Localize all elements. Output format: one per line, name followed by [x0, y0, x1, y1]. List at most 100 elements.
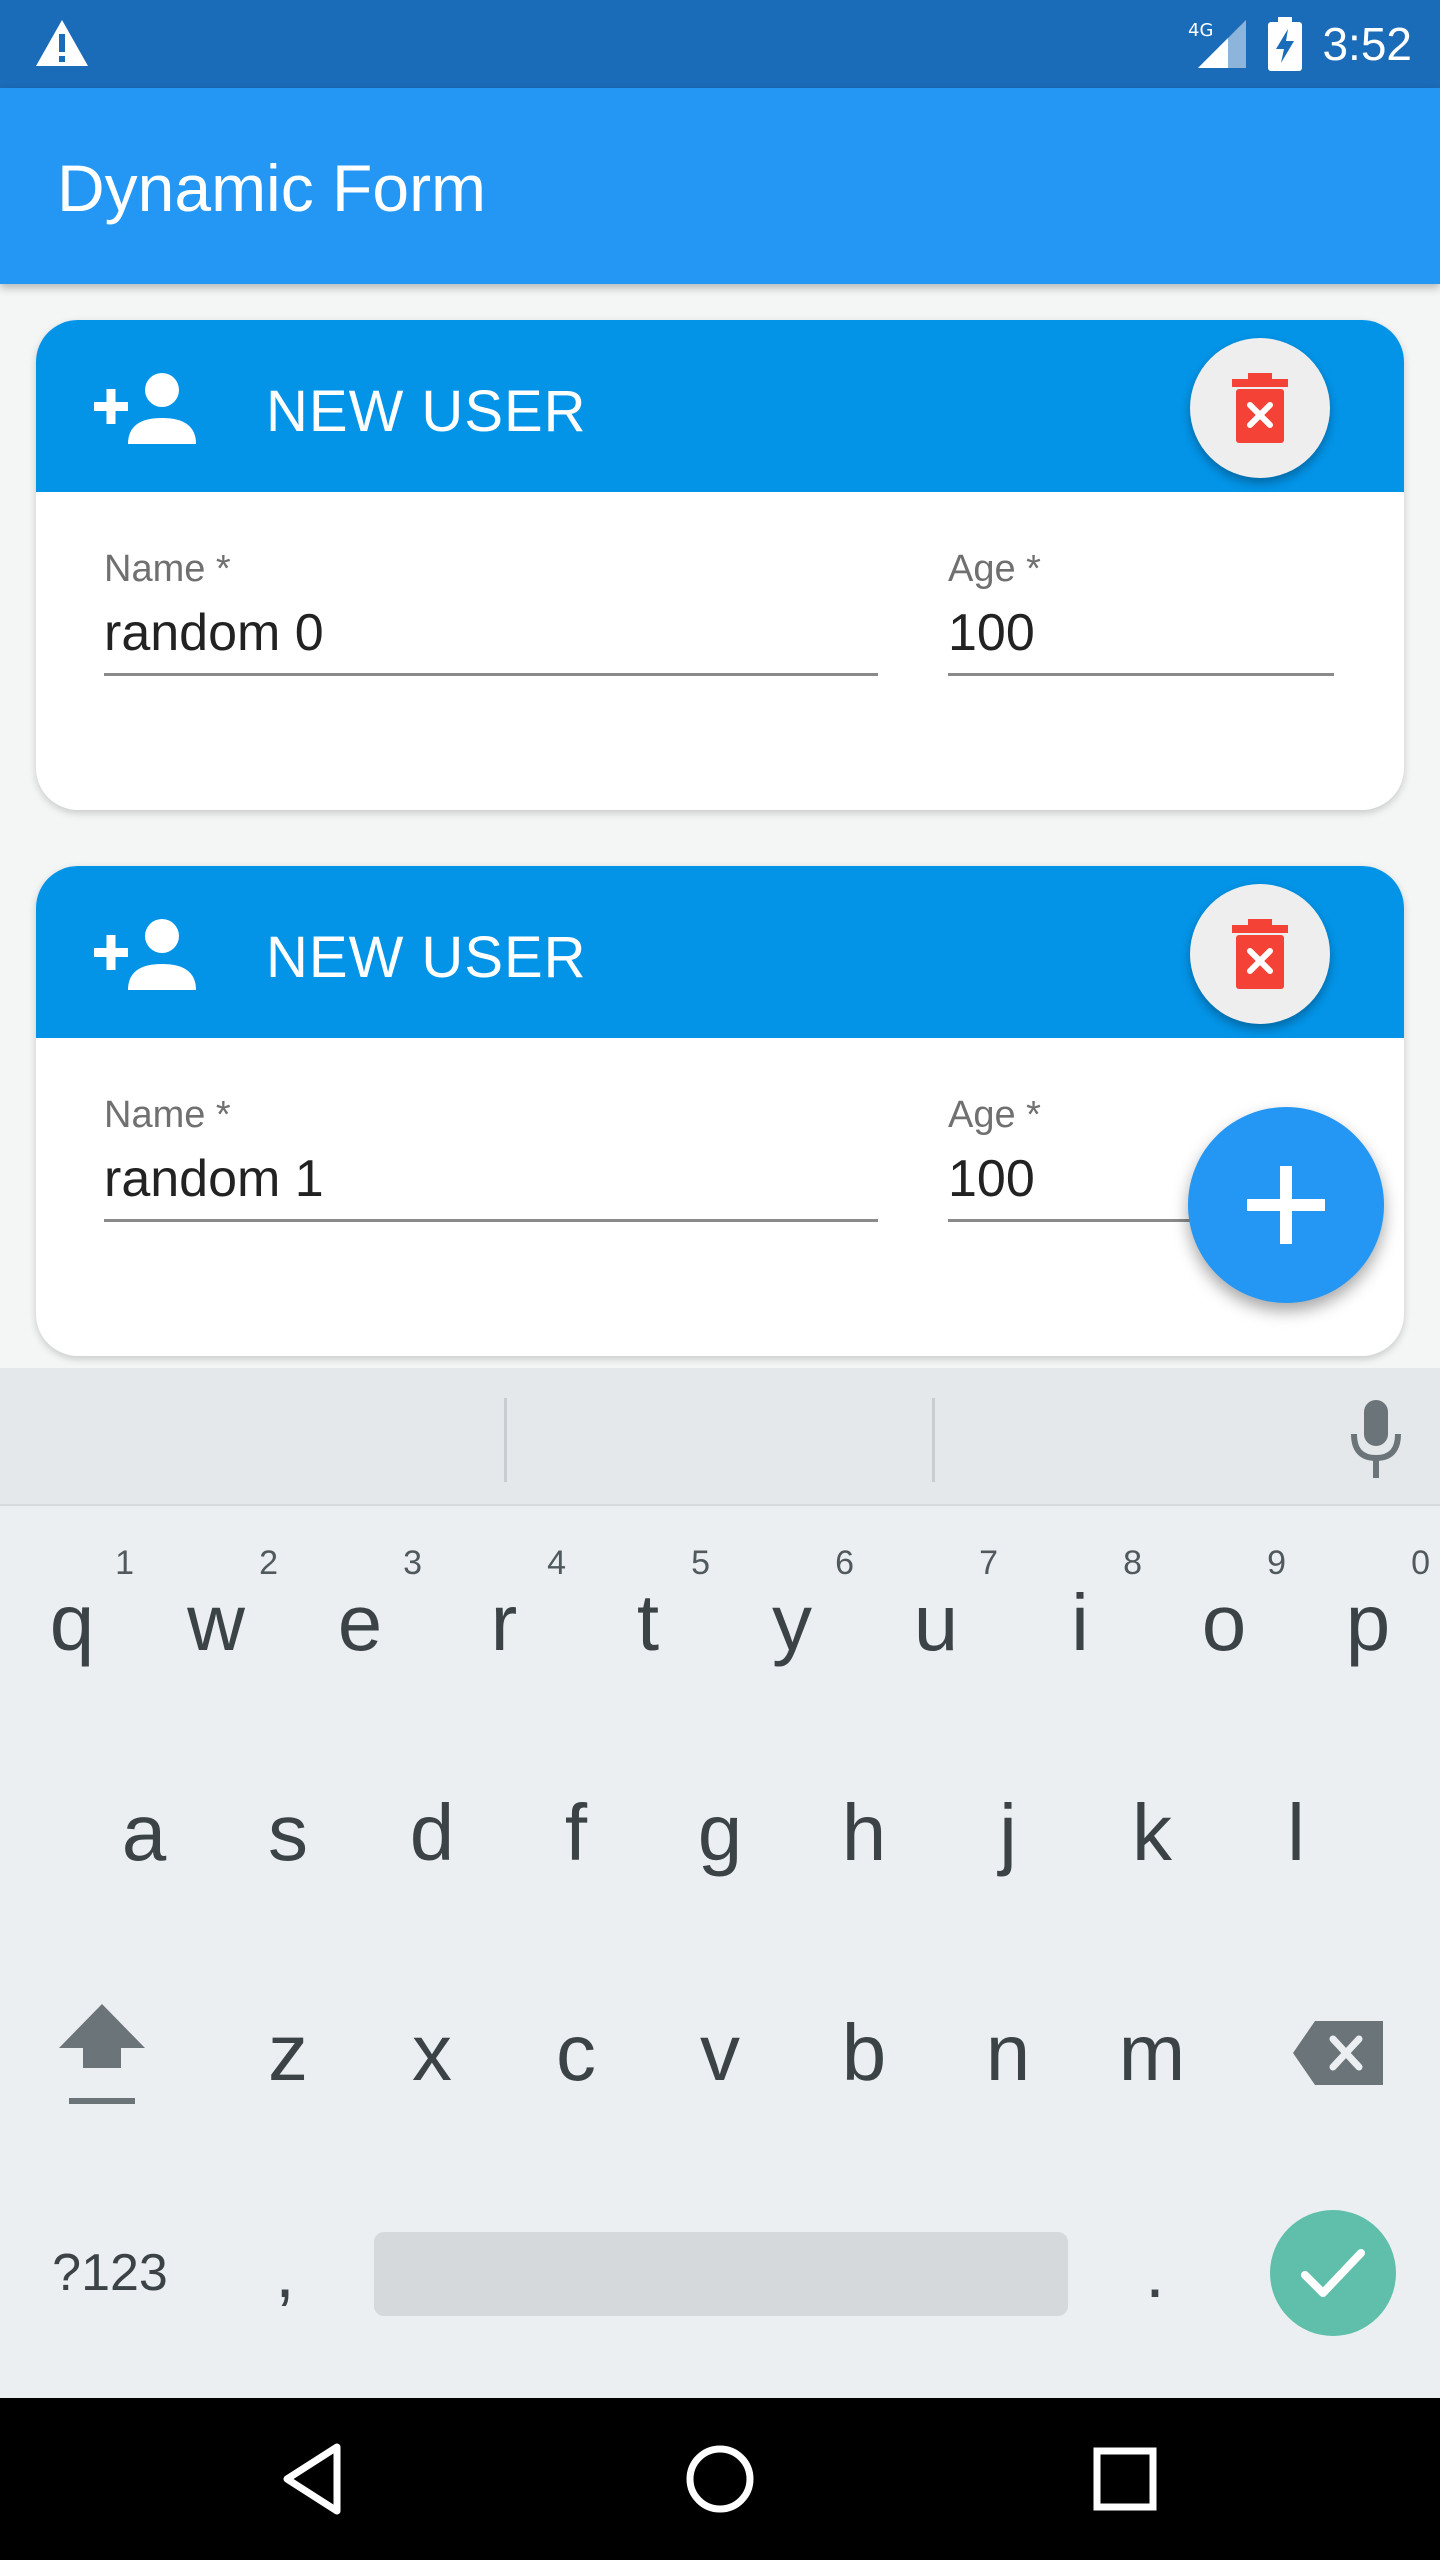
key-hint: 3	[403, 1544, 422, 1582]
signal-4g-icon: 4G	[1188, 20, 1247, 68]
key-m[interactable]: m	[1080, 1968, 1224, 2138]
symbols-key[interactable]: ?123	[30, 2188, 190, 2358]
card-title: NEW USER	[266, 925, 587, 990]
shift-key[interactable]	[30, 1968, 174, 2138]
key-a[interactable]: a	[72, 1748, 216, 1918]
key-w[interactable]: 2w	[144, 1528, 288, 1698]
app-title: Dynamic Form	[57, 151, 487, 225]
battery-charging-icon	[1268, 17, 1303, 71]
nav-back-button[interactable]	[270, 2434, 360, 2524]
delete-user-button[interactable]	[1190, 338, 1330, 478]
circle-home-icon	[686, 2445, 754, 2513]
plus-icon	[1247, 1166, 1325, 1244]
suggestion-divider	[932, 1398, 935, 1482]
user-card: NEW USER Name * Age *	[36, 320, 1404, 810]
warning-triangle-icon	[36, 20, 88, 66]
network-label: 4G	[1188, 20, 1213, 41]
key-p[interactable]: 0p	[1296, 1528, 1440, 1698]
key-y[interactable]: 6y	[720, 1528, 864, 1698]
key-letter: c	[556, 2008, 596, 2097]
triangle-back-icon	[283, 2443, 341, 2515]
square-recents-icon	[1093, 2447, 1157, 2511]
key-q[interactable]: 1q	[0, 1528, 144, 1698]
key-letter: y	[772, 1578, 812, 1667]
name-label: Name *	[104, 1094, 231, 1136]
nav-recents-button[interactable]	[1080, 2434, 1170, 2524]
key-letter: r	[490, 1578, 518, 1667]
period-key[interactable]: .	[1090, 2188, 1220, 2358]
key-letter: t	[636, 1578, 660, 1667]
key-f[interactable]: f	[504, 1748, 648, 1918]
shift-arrow-icon	[59, 2004, 145, 2104]
navigation-bar	[0, 2398, 1440, 2560]
key-i[interactable]: 8i	[1008, 1528, 1152, 1698]
name-label: Name *	[104, 548, 231, 590]
person-add-icon	[94, 373, 196, 444]
key-hint: 4	[547, 1544, 566, 1582]
key-letter: a	[121, 1788, 167, 1877]
name-input[interactable]	[104, 1138, 878, 1222]
key-letter: v	[700, 2008, 740, 2097]
key-hint: 1	[115, 1544, 134, 1582]
key-hint: 0	[1411, 1544, 1430, 1582]
done-key[interactable]	[1270, 2210, 1396, 2336]
status-time: 3:52	[1322, 18, 1412, 70]
age-field: Age *	[948, 548, 1334, 676]
key-letter: z	[268, 2008, 308, 2097]
trash-icon	[1232, 919, 1288, 989]
key-x[interactable]: x	[360, 1968, 504, 2138]
key-s[interactable]: s	[216, 1748, 360, 1918]
trash-icon	[1232, 373, 1288, 443]
key-letter: l	[1287, 1788, 1305, 1877]
key-letter: h	[841, 1788, 887, 1877]
key-u[interactable]: 7u	[864, 1528, 1008, 1698]
delete-user-button[interactable]	[1190, 884, 1330, 1024]
key-j[interactable]: j	[936, 1748, 1080, 1918]
key-t[interactable]: 5t	[576, 1528, 720, 1698]
key-letter: o	[1201, 1578, 1247, 1667]
person-add-icon	[94, 919, 196, 990]
key-hint: 7	[979, 1544, 998, 1582]
name-field: Name *	[104, 548, 878, 676]
checkmark-icon	[1301, 2249, 1365, 2297]
key-letter: x	[412, 2008, 452, 2097]
key-b[interactable]: b	[792, 1968, 936, 2138]
key-n[interactable]: n	[936, 1968, 1080, 2138]
microphone-icon[interactable]	[1346, 1400, 1406, 1480]
name-input[interactable]	[104, 592, 878, 676]
key-r[interactable]: 4r	[432, 1528, 576, 1698]
key-c[interactable]: c	[504, 1968, 648, 2138]
key-letter: b	[841, 2008, 887, 2097]
key-d[interactable]: d	[360, 1748, 504, 1918]
comma-key[interactable]: ,	[230, 2188, 340, 2358]
key-letter: i	[1071, 1578, 1089, 1667]
space-key[interactable]	[374, 2232, 1068, 2316]
key-g[interactable]: g	[648, 1748, 792, 1918]
key-letter: d	[409, 1788, 455, 1877]
key-letter: e	[337, 1578, 383, 1667]
soft-keyboard: 1q 2w 3e 4r 5t 6y 7u 8i 9o 0p a s d f g …	[0, 1368, 1440, 2398]
key-o[interactable]: 9o	[1152, 1528, 1296, 1698]
suggestion-strip	[0, 1368, 1440, 1506]
key-letter: p	[1345, 1578, 1391, 1667]
nav-home-button[interactable]	[675, 2434, 765, 2524]
age-input[interactable]	[948, 592, 1334, 676]
key-letter: g	[697, 1788, 743, 1877]
key-e[interactable]: 3e	[288, 1528, 432, 1698]
key-letter: q	[49, 1578, 95, 1667]
backspace-key[interactable]	[1266, 1968, 1410, 2138]
key-hint: 5	[691, 1544, 710, 1582]
key-letter: w	[187, 1578, 245, 1667]
key-letter: m	[1118, 2008, 1186, 2097]
key-z[interactable]: z	[216, 1968, 360, 2138]
app-bar: Dynamic Form	[0, 88, 1440, 284]
key-letter: n	[985, 2008, 1031, 2097]
status-right: 4G 3:52	[1186, 0, 1412, 88]
key-hint: 9	[1267, 1544, 1286, 1582]
key-l[interactable]: l	[1224, 1748, 1368, 1918]
add-user-button[interactable]	[1188, 1107, 1384, 1303]
key-k[interactable]: k	[1080, 1748, 1224, 1918]
key-letter: s	[268, 1788, 308, 1877]
key-v[interactable]: v	[648, 1968, 792, 2138]
key-h[interactable]: h	[792, 1748, 936, 1918]
